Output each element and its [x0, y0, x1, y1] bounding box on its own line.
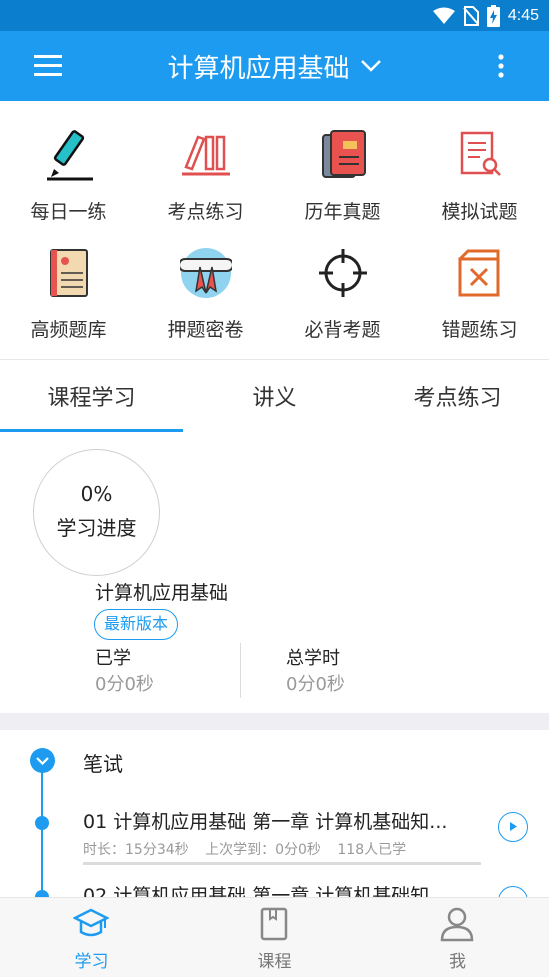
progress-percent: 0% [80, 482, 113, 506]
pencil-icon [47, 130, 93, 181]
version-badge: 最新版本 [94, 609, 179, 640]
section-collapse-toggle[interactable] [30, 748, 55, 773]
lesson-learners: 118人已学 [337, 842, 407, 858]
lesson-last-studied: 上次学到：0分0秒 [205, 842, 321, 858]
app-bar: 计算机应用基础 [0, 31, 549, 101]
play-button[interactable] [498, 812, 528, 842]
books-icon [182, 135, 230, 176]
document-search-icon [460, 131, 501, 176]
total-hours-label: 总学时 [286, 648, 340, 669]
active-tab-indicator [0, 429, 183, 432]
notepad-icon [50, 249, 88, 297]
crosshair-icon [319, 249, 367, 297]
timeline-dot [35, 816, 49, 830]
grid-item-past-exams[interactable]: 历年真题 [274, 101, 411, 223]
content-tabs: 课程学习 讲义 考点练习 [0, 360, 549, 432]
stat-divider [240, 643, 241, 698]
person-icon [440, 907, 474, 942]
chevron-down-icon[interactable] [360, 59, 382, 73]
play-icon [510, 822, 517, 831]
lesson-duration: 时长：15分34秒 [83, 842, 189, 858]
bottom-navigation: 学习 课程 我 [0, 897, 549, 977]
timeline-line [41, 760, 43, 900]
grid-item-mock-exams[interactable]: 模拟试题 [411, 101, 548, 223]
nav-me[interactable]: 我 [366, 898, 549, 977]
course-name: 计算机应用基础 [95, 582, 229, 604]
total-hours-value: 0分0秒 [286, 674, 345, 695]
studied-label: 已学 [95, 648, 131, 669]
lesson-meta: 时长：15分34秒 上次学到：0分0秒 118人已学 [83, 839, 418, 859]
progress-label: 学习进度 [56, 516, 137, 540]
lesson-progress-bar [83, 862, 481, 865]
status-bar: 4:45 [0, 0, 549, 31]
nav-study[interactable]: 学习 [0, 898, 183, 977]
wrong-box-icon [458, 249, 500, 297]
grid-item-must-memorize[interactable]: 必背考题 [274, 219, 411, 341]
tab-keypoint-practice[interactable]: 考点练习 [366, 360, 549, 432]
study-progress-circle: 0% 学习进度 [33, 449, 160, 576]
section-spacer [0, 713, 549, 730]
grid-item-keypoint-practice[interactable]: 考点练习 [137, 101, 274, 223]
course-selector-title[interactable]: 计算机应用基础 [167, 48, 349, 85]
nav-courses[interactable]: 课程 [183, 898, 366, 977]
section-title: 笔试 [83, 752, 123, 776]
studied-value: 0分0秒 [95, 674, 154, 695]
wifi-icon [432, 7, 455, 24]
lesson-title[interactable]: 01 计算机应用基础 第一章 计算机基础知... [83, 807, 447, 834]
grid-item-daily-practice[interactable]: 每日一练 [0, 101, 137, 223]
no-sim-icon [463, 6, 479, 26]
book-icon [260, 907, 288, 941]
quick-access-grid: 每日一练 考点练习 历年真题 模拟试题 高频题库 押题密卷 必背考题 错题练习 [0, 101, 549, 359]
clock: 4:45 [507, 7, 539, 24]
grid-item-predicted-papers[interactable]: 押题密卷 [137, 219, 274, 341]
notebook-icon [322, 130, 366, 178]
graduation-cap-icon [73, 908, 109, 937]
more-vert-icon[interactable] [489, 51, 513, 81]
battery-charging-icon [486, 5, 500, 27]
tab-handouts[interactable]: 讲义 [183, 360, 366, 432]
grid-item-frequent-questions[interactable]: 高频题库 [0, 219, 137, 341]
chevron-down-icon [36, 757, 49, 766]
grid-item-wrong-questions[interactable]: 错题练习 [411, 219, 548, 341]
menu-icon[interactable] [30, 51, 66, 81]
tab-course-study[interactable]: 课程学习 [0, 360, 183, 432]
scroll-ribbon-icon [180, 248, 232, 298]
